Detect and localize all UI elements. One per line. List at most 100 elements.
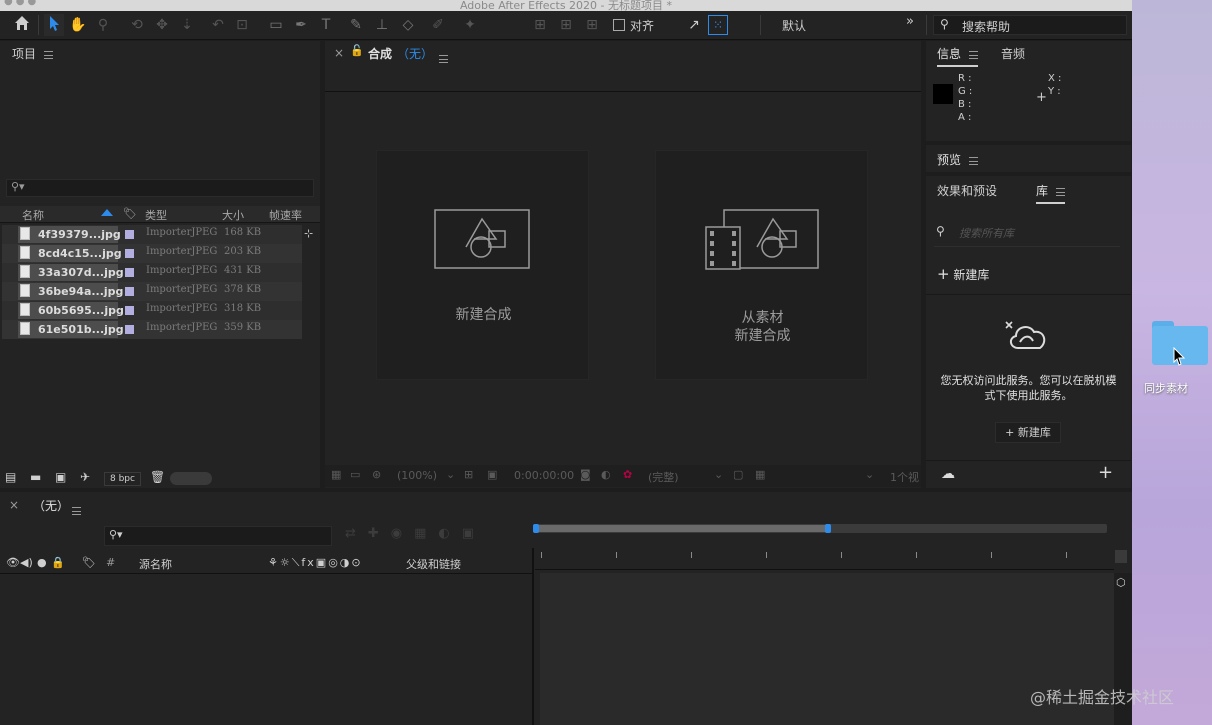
label-color-swatch[interactable] — [125, 306, 134, 315]
project-tab[interactable]: 项目 — [12, 41, 54, 67]
file-name[interactable]: 61e501b...jpg — [18, 321, 124, 338]
label-tag-icon[interactable]: 🏷 — [123, 207, 137, 220]
pen-tool-icon[interactable]: ✒ — [291, 14, 311, 36]
col-size[interactable]: 大小 — [222, 207, 244, 223]
orbit-camera-icon[interactable]: ⟲ — [127, 14, 147, 36]
always-preview-icon[interactable]: ▦ — [331, 468, 341, 481]
eraser-tool-icon[interactable]: ◇ — [398, 14, 418, 36]
hand-tool-icon[interactable]: ✋ — [68, 14, 88, 36]
chevron-down-icon[interactable]: ⌄ — [865, 468, 874, 481]
file-row[interactable]: 4f39379...jpg ImporterJPEG 168 KB — [2, 225, 302, 244]
preview-tab[interactable]: 预览 — [937, 151, 979, 168]
label-tag-icon[interactable]: 🏷 — [82, 556, 96, 569]
zoom-tool-icon[interactable]: ⚲ — [93, 14, 113, 36]
col-parent[interactable]: 父级和链接 — [406, 556, 461, 572]
roto-brush-icon[interactable]: ✐ — [428, 14, 448, 36]
file-name[interactable]: 8cd4c15...jpg — [18, 245, 122, 262]
anchor-tool-icon[interactable]: ⊡ — [232, 14, 252, 36]
panel-menu-icon[interactable] — [969, 156, 979, 165]
bpc-button[interactable]: 8 bpc — [104, 472, 141, 486]
sort-ascending-icon[interactable] — [101, 209, 113, 216]
file-row[interactable]: 33a307d...jpg ImporterJPEG 431 KB — [2, 263, 302, 282]
rectangle-tool-icon[interactable]: ▭ — [266, 14, 286, 36]
snapshot-icon[interactable]: ◙ — [580, 468, 591, 481]
region-icon[interactable]: ▢ — [733, 468, 743, 481]
lock-icon[interactable]: 🔒 — [51, 556, 65, 569]
puppet-tool-icon[interactable]: ✦ — [460, 14, 480, 36]
timeline-splitter[interactable] — [532, 548, 534, 725]
lock-icon[interactable]: 🔓 — [350, 44, 364, 57]
clone-stamp-icon[interactable]: ⊥ — [372, 14, 392, 36]
new-comp-from-footage-card[interactable]: 从素材 新建合成 — [655, 150, 868, 380]
col-source-name[interactable]: 源名称 — [139, 556, 172, 572]
delete-icon[interactable]: 🗑 — [150, 470, 165, 484]
work-area-bar[interactable] — [533, 524, 1107, 533]
timeline-tab-label[interactable]: （无） — [33, 497, 69, 514]
audio-icon[interactable]: ◀) — [20, 556, 33, 569]
panel-menu-icon[interactable] — [1056, 187, 1066, 196]
work-area-start-handle[interactable] — [533, 524, 539, 533]
new-comp-icon[interactable]: ▣ — [55, 470, 66, 484]
file-name[interactable]: 4f39379...jpg — [18, 226, 121, 243]
chevron-down-icon[interactable]: ⌄ — [446, 468, 455, 481]
audio-tab[interactable]: 音频 — [1001, 45, 1025, 62]
rotate-tool-icon[interactable]: ↶ — [208, 14, 228, 36]
grid-icon[interactable]: ⊞ — [464, 468, 473, 481]
new-folder-icon[interactable]: ▬ — [30, 470, 41, 484]
snapping-toggle-icon[interactable]: ⁙ — [708, 15, 728, 35]
panel-menu-icon[interactable] — [72, 503, 81, 517]
timecode[interactable]: 0:00:00:00 — [514, 469, 574, 482]
pan-camera-icon[interactable]: ✥ — [152, 14, 172, 36]
work-area-end-handle[interactable] — [825, 524, 831, 533]
video-eye-icon[interactable]: 👁 — [6, 556, 20, 569]
effects-tab[interactable]: 效果和预设 — [937, 182, 997, 199]
panel-menu-icon[interactable] — [969, 50, 979, 59]
label-color-swatch[interactable] — [125, 287, 134, 296]
workspace-default[interactable]: 默认 — [782, 17, 806, 34]
resolution-select[interactable]: (完整) — [648, 469, 679, 485]
dolly-camera-icon[interactable]: ⇣ — [177, 14, 197, 36]
timeline-track-area[interactable] — [540, 573, 1114, 725]
brush-tool-icon[interactable]: ✎ — [346, 14, 366, 36]
align-checkbox[interactable] — [613, 19, 625, 31]
flowchart-icon[interactable]: ⊹ — [304, 227, 313, 240]
label-color-swatch[interactable] — [125, 325, 134, 334]
render-queue-icon[interactable]: ✈ — [80, 470, 90, 484]
info-tab[interactable]: 信息 — [937, 45, 979, 67]
file-row[interactable]: 60b5695...jpg ImporterJPEG 318 KB — [2, 301, 302, 320]
timeline-switch-icons[interactable]: ⇄✚◉▦◐▣ — [345, 526, 486, 541]
file-row[interactable]: 8cd4c15...jpg ImporterJPEG 203 KB — [2, 244, 302, 263]
snap-icon[interactable]: ↗ — [684, 14, 704, 36]
cloud-sync-icon[interactable]: ☁ — [941, 466, 955, 482]
selection-tool-icon[interactable] — [44, 14, 64, 36]
zoom-select[interactable]: (100%) — [397, 469, 437, 482]
more-workspaces-icon[interactable]: » — [906, 14, 914, 29]
panel-menu-icon[interactable] — [439, 51, 448, 65]
file-row[interactable]: 61e501b...jpg ImporterJPEG 359 KB — [2, 320, 302, 339]
new-library-button[interactable]: + 新建库 — [995, 422, 1061, 443]
col-name[interactable]: 名称 — [22, 207, 44, 223]
file-name[interactable]: 60b5695...jpg — [18, 302, 124, 319]
close-icon[interactable]: × — [9, 498, 19, 512]
label-color-swatch[interactable] — [125, 249, 134, 258]
thumbnail-scroll[interactable] — [170, 472, 212, 485]
vr-icon[interactable]: ⊛ — [372, 468, 381, 481]
view-axis-icon[interactable]: ⊞ — [582, 14, 602, 36]
help-search-box[interactable]: ⚲ 搜索帮助 — [933, 15, 1127, 35]
col-fps[interactable]: 帧速率 — [269, 207, 302, 223]
close-icon[interactable]: × — [334, 46, 344, 60]
world-axis-icon[interactable]: ⊞ — [556, 14, 576, 36]
text-tool-icon[interactable]: T — [316, 14, 336, 36]
library-tab[interactable]: 库 — [1036, 182, 1066, 204]
new-library-link[interactable]: + 新建库 — [937, 265, 989, 283]
comp-marker-icon[interactable]: ⬡ — [1116, 576, 1126, 589]
label-color-swatch[interactable] — [125, 230, 134, 239]
project-search-input[interactable]: ⚲▾ — [6, 179, 314, 197]
folder-label[interactable]: 同步素材 — [1144, 380, 1212, 396]
local-axis-icon[interactable]: ⊞ — [530, 14, 550, 36]
comp-tab-value[interactable]: （无） — [397, 45, 433, 62]
col-type[interactable]: 类型 — [145, 207, 167, 223]
comp-tab-label[interactable]: 合成 — [368, 45, 392, 62]
new-comp-card[interactable]: 新建合成 — [376, 150, 589, 380]
home-icon[interactable] — [12, 14, 32, 36]
